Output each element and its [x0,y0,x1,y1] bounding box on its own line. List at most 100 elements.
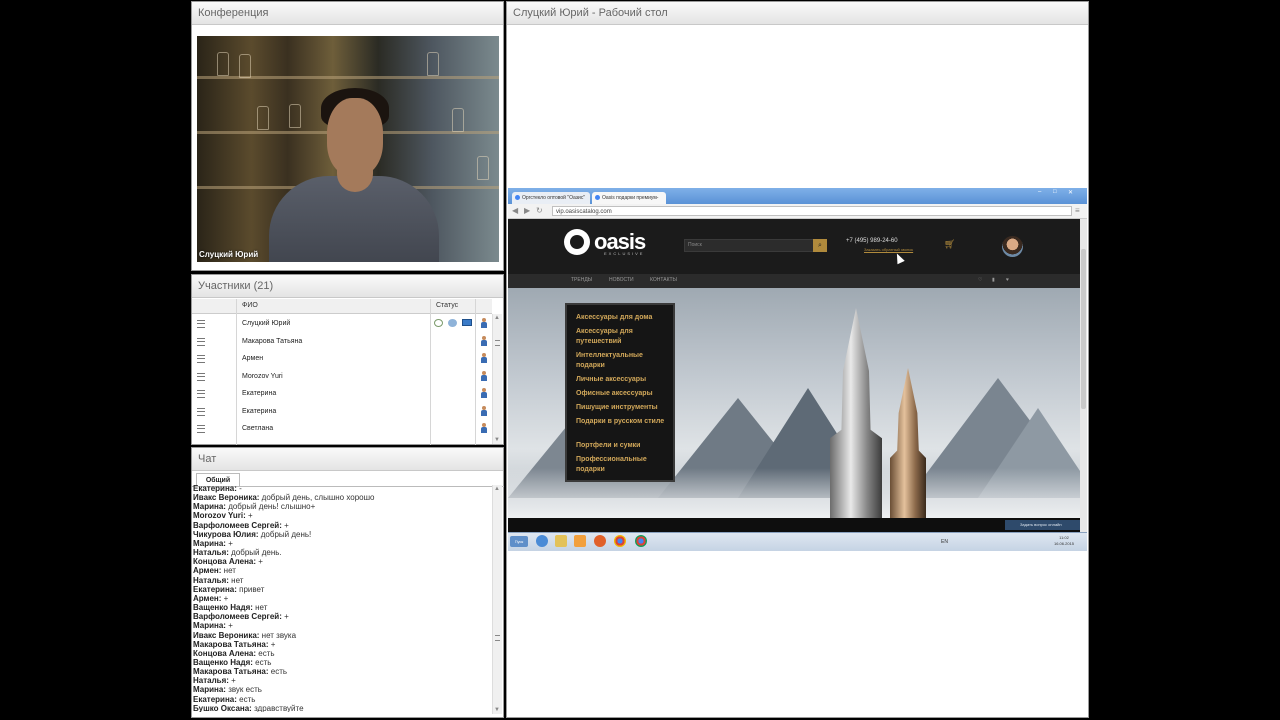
row-menu-icon[interactable] [197,337,205,346]
menu-item[interactable]: Офисные аксессуары [576,389,672,399]
user-icon [480,335,488,346]
heart-icon[interactable]: ♡ [978,277,982,283]
participants-panel: Участники (21) ФИО Статус Слуцкий Юрий М… [191,274,504,445]
chat-message: Варфоломеев Сергей: + [193,612,289,622]
media-icon[interactable] [574,535,586,547]
oasis-logo-icon[interactable] [564,229,590,255]
catalog-menu: Аксессуары для дома Аксессуары для путеш… [565,303,675,482]
site-scrollbar[interactable] [1080,219,1087,532]
chat-message: Марина: звук есть [193,685,262,695]
chrome-icon[interactable] [614,535,626,547]
search-icon[interactable]: ⌕ [813,239,827,252]
forward-icon[interactable]: ▶ [524,206,530,215]
site-nav: ТРЕНДЫ НОВОСТИ КОНТАКТЫ ♡ ▮ ♥ [508,274,1080,288]
browser-tab[interactable]: Оргстекло оптовой "Оазис" [512,192,590,204]
user-icon [480,353,488,363]
chrome-icon[interactable] [635,535,647,547]
nav-trends[interactable]: ТРЕНДЫ [571,277,592,283]
chat-message: Ивакс Вероника: добрый день, слышно хоро… [193,493,375,503]
callback-link[interactable]: Заказать обратный звонок [864,247,913,252]
row-menu-icon[interactable] [197,407,205,416]
nav-news[interactable]: НОВОСТИ [609,277,634,283]
row-menu-icon[interactable] [197,425,205,433]
chat-message: Макарова Татьяна: есть [193,667,288,677]
shared-screen: Оргстекло оптовой "Оазис" Oasis подарки … [508,188,1087,551]
language-indicator[interactable]: EN [941,539,948,545]
row-menu-icon[interactable] [197,320,205,328]
menu-item[interactable]: Пишущие инструменты [576,403,672,413]
participant-row[interactable]: Светлана [192,420,492,438]
compare-icon[interactable]: ▮ [992,277,995,283]
chat-message: Ващенко Надя: есть [193,657,272,667]
site-search-input[interactable]: Поиск [684,239,814,252]
chat-message: Чикурова Юлия: добрый день! [193,529,312,539]
chat-message: Ващенко Надя: нет [193,603,268,613]
scroll-down-icon[interactable]: ▼ [494,437,500,443]
row-menu-icon[interactable] [197,355,205,363]
participant-row[interactable]: Екатерина [192,403,492,421]
participant-name: Светлана [242,425,274,432]
browser-tab-active[interactable]: Oasis подарки премиум-класса [592,192,666,213]
column-status[interactable]: Статус [436,302,458,309]
participant-row[interactable]: Екатерина [192,385,492,403]
participants-title: Участники (21) [192,275,503,298]
scroll-up-icon[interactable]: ▲ [494,315,500,321]
maximize-icon[interactable]: □ [1053,189,1057,195]
row-menu-icon[interactable] [197,372,205,381]
system-clock[interactable]: 11:02 16.06.2015 [1054,535,1074,547]
menu-item[interactable]: Личные аксессуары [576,375,672,385]
scroll-down-icon[interactable]: ▼ [494,707,500,713]
participant-row[interactable]: Слуцкий Юрий [192,315,492,333]
menu-item[interactable]: Аксессуары для путешествий [576,327,672,347]
start-button[interactable]: Пуск [510,536,528,547]
menu-item[interactable]: Подарки в русском стиле [576,417,672,427]
chat-messages: Екатерина: - Ивакс Вероника: добрый день… [193,484,493,712]
menu-item[interactable]: Аксессуары для дома [576,313,672,323]
taskbar: Пуск EN 11:02 16.06.2015 [508,532,1087,551]
participant-row[interactable]: Morozov Yuri [192,368,492,386]
chat-message: Morozov Yuri: + [193,511,253,521]
chat-panel: Чат Общий Екатерина: - Ивакс Вероника: д… [191,447,504,718]
chat-message: Варфоломеев Сергей: + [193,520,289,530]
back-icon[interactable]: ◀ [512,206,518,215]
chat-message: Марина: добрый день! слышно+ [193,502,316,512]
cart-icon[interactable]: 🛒︎ [944,239,955,250]
scroll-up-icon[interactable]: ▲ [494,486,500,492]
chat-scrollbar[interactable]: ▲ ▼ [492,485,502,714]
chat-message: Екатерина: есть [193,694,256,704]
nav-contacts[interactable]: КОНТАКТЫ [650,277,677,283]
user-icon [480,370,488,381]
menu-icon[interactable]: ≡ [1075,206,1080,215]
folder-icon[interactable] [555,535,567,547]
participant-name: Morozov Yuri [242,372,283,380]
ie-icon[interactable] [536,535,548,547]
participant-name: Екатерина [242,407,277,415]
conference-panel: Конференция Слуцкий Юрий [191,1,504,271]
screen-share-icon [462,319,472,326]
favorites-icon[interactable]: ♥ [1006,277,1009,283]
chat-message: Ивакс Вероника: нет звука [193,630,297,640]
user-icon [480,318,488,328]
reload-icon[interactable]: ↻ [536,206,543,215]
user-avatar[interactable] [1002,236,1023,257]
chat-message: Концова Алена: есть [193,648,275,658]
minimize-icon[interactable]: – [1038,189,1041,195]
speaker-face [327,98,383,176]
chat-title: Чат [192,448,503,471]
participant-name: Армен [242,355,264,362]
site-header: oasis EXCLUSIVE Поиск ⌕ +7 (495) 989-24-… [508,219,1080,274]
headset-icon [434,319,443,327]
participants-scrollbar[interactable]: ▲ ▼ [492,314,502,444]
site-phone: +7 (495) 989-24-60 [846,238,898,244]
row-menu-icon[interactable] [197,390,205,398]
close-icon[interactable]: ✕ [1068,189,1073,196]
participant-row[interactable]: Макарова Татьяна [192,333,492,351]
menu-item[interactable]: Интеллектуальные подарки [576,351,672,371]
menu-item[interactable]: Профессиональные подарки [576,455,672,475]
menu-item[interactable]: Портфели и сумки [576,441,672,451]
participant-row[interactable]: Армен [192,350,492,368]
firefox-icon[interactable] [594,535,606,547]
url-field[interactable]: vip.oasiscatalog.com [552,206,1072,216]
column-name[interactable]: ФИО [242,302,258,309]
online-chat-button[interactable]: Задать вопрос онлайн [1005,520,1080,530]
